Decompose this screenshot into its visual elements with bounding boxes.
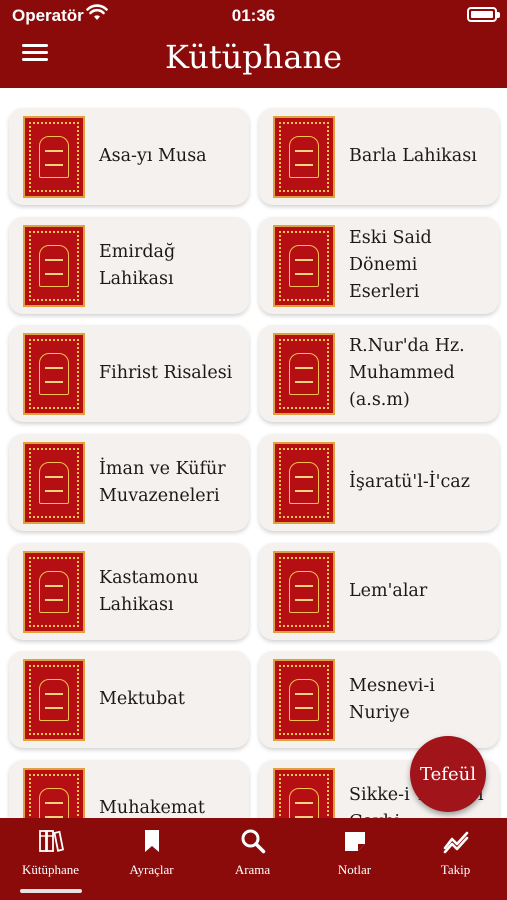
book-card[interactable]: Lem'alar (259, 543, 499, 640)
book-cover-image (273, 116, 335, 198)
book-card[interactable]: Mesnevi-i Nuriye (259, 651, 499, 748)
book-cover-image (23, 659, 85, 741)
search-icon (241, 829, 266, 854)
tab-takip[interactable]: Takip (405, 818, 506, 888)
book-cover-image (273, 333, 335, 415)
book-title: İşaratü'l-İ'caz (349, 472, 470, 492)
book-cover-image (273, 442, 335, 524)
status-bar: Operatör 01:36 (0, 0, 507, 34)
home-indicator (20, 889, 82, 893)
notes-icon (345, 832, 365, 851)
book-cover-image (23, 768, 85, 818)
book-card[interactable]: İman ve Küfür Muvazeneleri (9, 434, 249, 531)
tab-label: Kütüphane (21, 862, 80, 877)
book-cover-image (273, 768, 335, 818)
page-title: Kütüphane (165, 38, 342, 76)
book-card[interactable]: İşaratü'l-İ'caz (259, 434, 499, 531)
tab-label: Ayraçlar (129, 862, 174, 877)
tab-arama[interactable]: Arama (202, 818, 303, 888)
tab-ayraclar[interactable]: Ayraçlar (101, 818, 202, 888)
book-cover-image (23, 551, 85, 633)
book-card[interactable]: Asa-yı Musa (9, 108, 249, 205)
book-card[interactable]: Emirdağ Lahikası (9, 217, 249, 314)
book-card[interactable]: Eski Said Dönemi Eserleri (259, 217, 499, 314)
book-title: Mektubat (99, 689, 185, 709)
book-title: İman ve Küfür Muvazeneleri (99, 458, 226, 506)
book-cover-image (23, 333, 85, 415)
book-cover-image (273, 225, 335, 307)
book-cover-image (273, 551, 335, 633)
book-title: Asa-yı Musa (99, 146, 207, 166)
book-title: Eski Said Dönemi Eserleri (349, 228, 432, 302)
app-header: Kütüphane (0, 34, 507, 88)
book-title: Lem'alar (349, 581, 428, 601)
book-grid[interactable]: Asa-yı Musa Barla Lahikası Emirdağ Lahik… (0, 88, 507, 818)
tab-label: Notlar (337, 862, 372, 877)
library-icon (39, 830, 64, 852)
battery-icon (467, 7, 500, 22)
book-title: Barla Lahikası (349, 146, 477, 166)
chart-icon (443, 831, 469, 854)
tab-label: Arama (234, 862, 271, 877)
bookmark-icon (145, 830, 159, 852)
tefeul-button[interactable]: Tefeül (410, 736, 486, 812)
tab-notlar[interactable]: Notlar (304, 818, 405, 888)
book-cover-image (23, 442, 85, 524)
book-card[interactable]: Barla Lahikası (259, 108, 499, 205)
tab-kutuphane[interactable]: Kütüphane (0, 818, 101, 888)
book-cover-image (23, 225, 85, 307)
book-card[interactable]: Muhakemat (9, 760, 249, 818)
book-title: Emirdağ Lahikası (99, 241, 176, 289)
book-card[interactable]: Kastamonu Lahikası (9, 543, 249, 640)
book-card[interactable]: R.Nur'da Hz. Muhammed (a.s.m) (259, 325, 499, 422)
book-title: Muhakemat (99, 798, 205, 818)
tab-bar: Kütüphane Ayraçlar Arama Notlar Takip (0, 818, 507, 900)
book-cover-image (273, 659, 335, 741)
tab-label: Takip (440, 862, 471, 877)
book-card[interactable]: Fihrist Risalesi (9, 325, 249, 422)
clock-time: 01:36 (231, 6, 276, 25)
book-title: R.Nur'da Hz. Muhammed (a.s.m) (349, 336, 465, 410)
book-card[interactable]: Mektubat (9, 651, 249, 748)
book-title: Mesnevi-i Nuriye (349, 675, 435, 723)
book-title: Fihrist Risalesi (99, 363, 233, 383)
book-title: Kastamonu Lahikası (99, 567, 199, 615)
book-cover-image (23, 116, 85, 198)
